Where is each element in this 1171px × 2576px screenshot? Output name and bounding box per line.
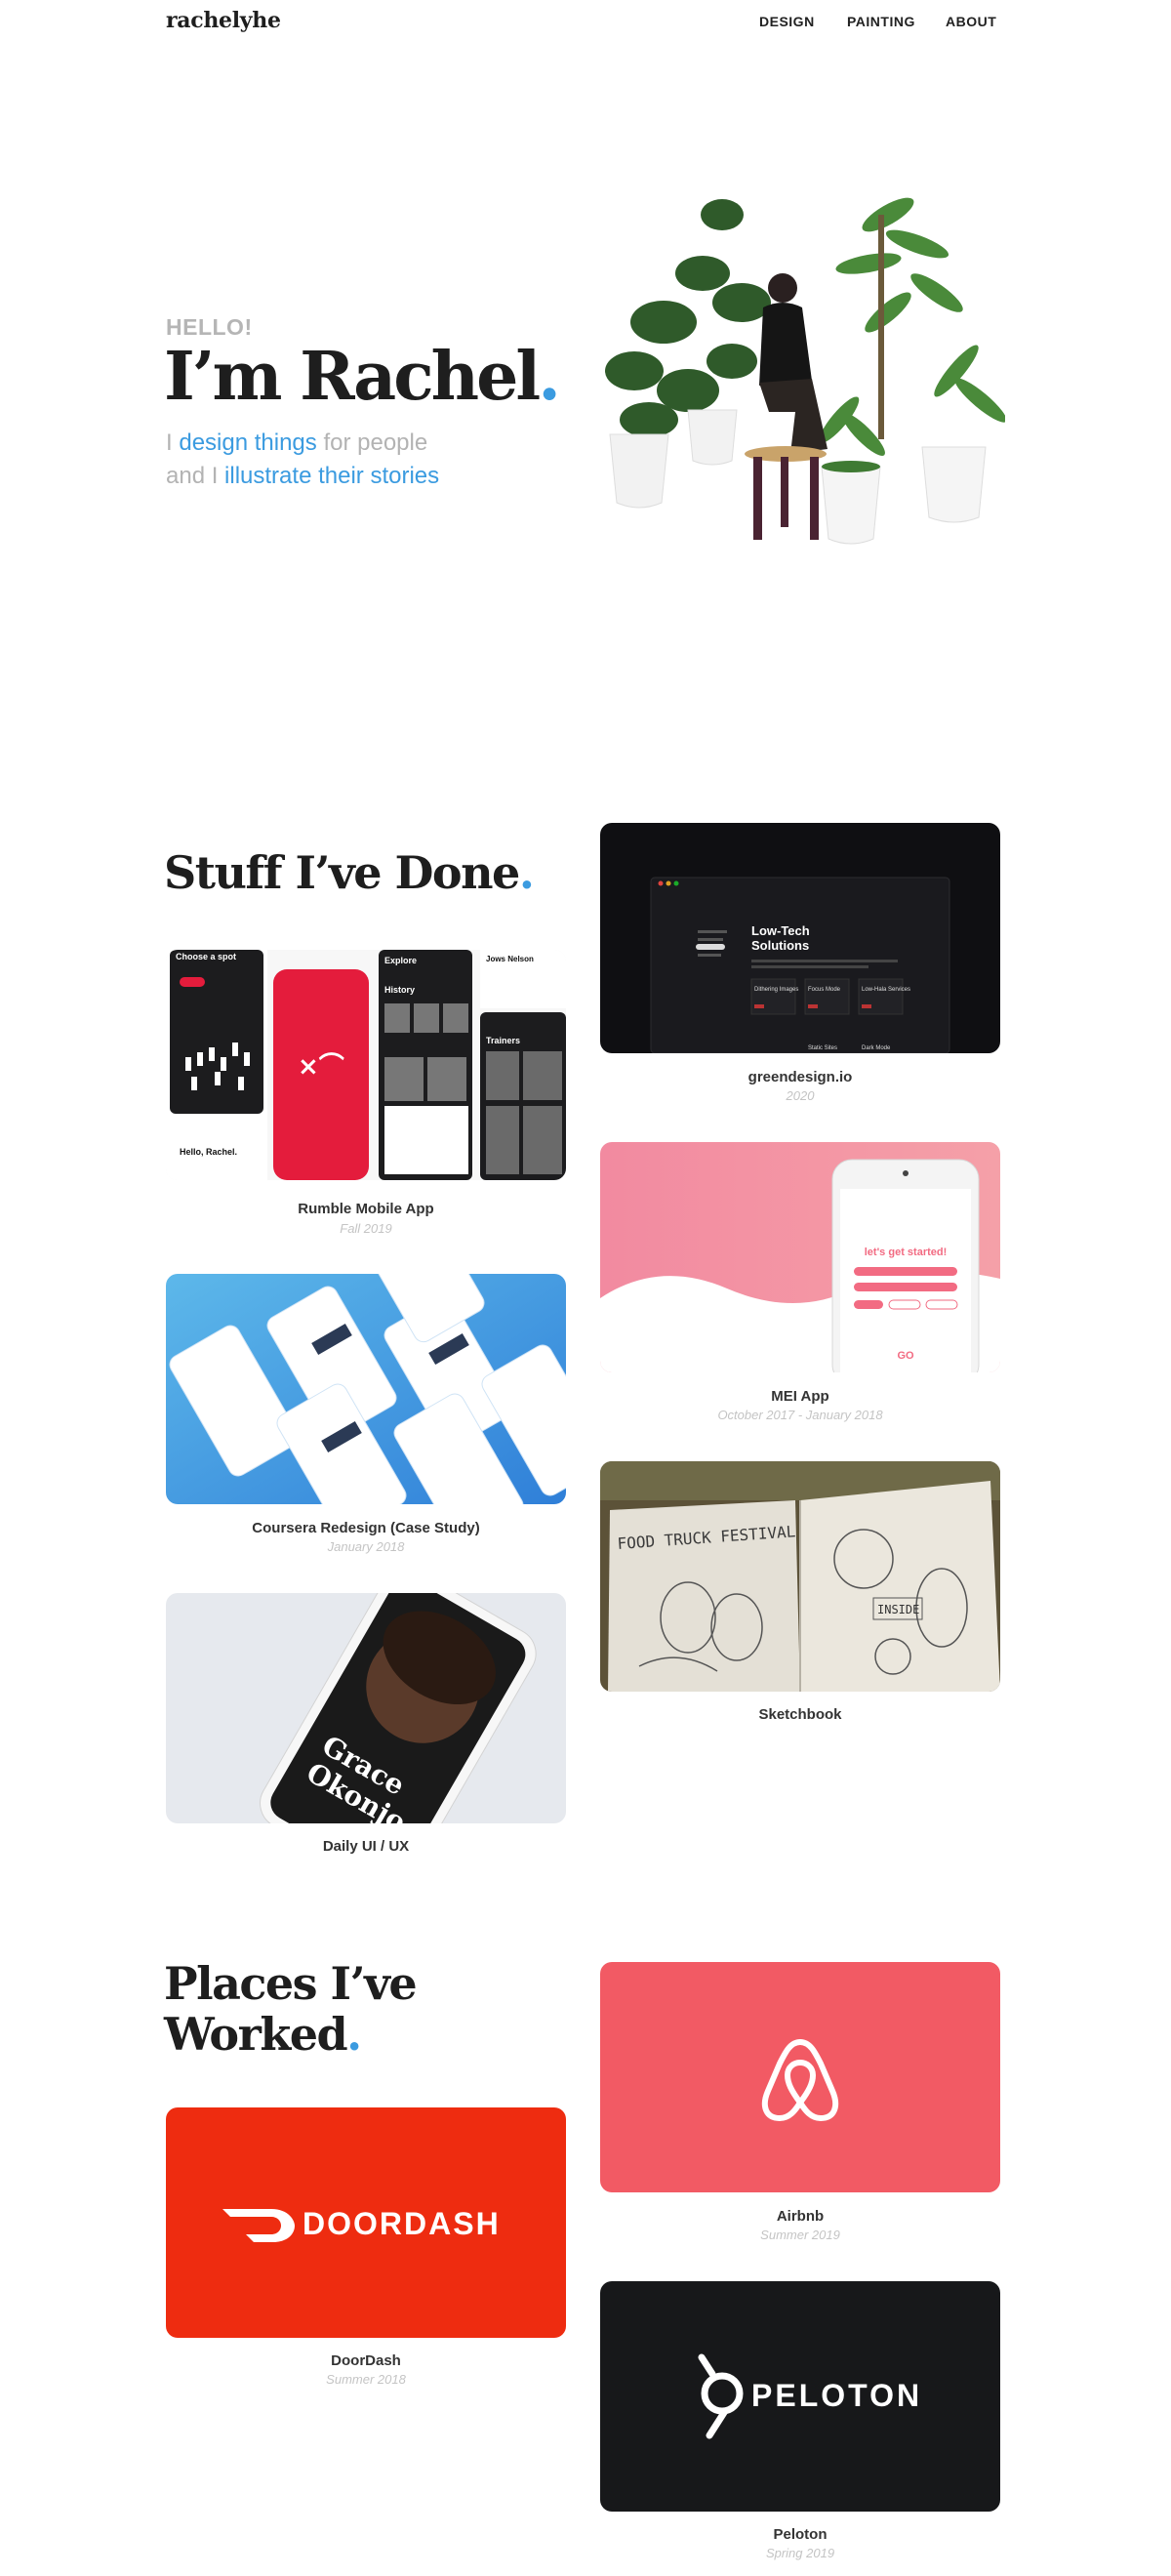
greendesign-box: Static Sites [808,1045,837,1051]
peloton-wordmark: PELOTON [751,2378,922,2413]
rumble-screen-text: Jows Nelson [486,955,534,963]
greendesign-headline: Solutions [751,938,809,953]
project-card-rumble[interactable]: Choose a spot Hello, Rachel. ×⌒ Explore … [166,950,566,1180]
tagline-text: and I [166,463,225,489]
hero-tagline-2: and I illustrate their stories [166,463,439,490]
tagline-highlight: illustrate their stories [224,463,440,489]
company-card-peloton[interactable]: PELOTON [600,2281,1000,2512]
hero-tagline-1: I design things for people [166,429,427,457]
project-date: October 2017 - January 2018 [717,1408,883,1422]
greendesign-box: Dark Mode [862,1045,891,1051]
greendesign-box: Focus Mode [808,987,841,993]
jobs-title-line1: Places I’ve [164,1957,418,2010]
project-title[interactable]: Daily UI / UX [166,1838,566,1855]
jobs-section-title: Places I’ve Worked. [164,1957,418,2060]
tagline-text: I [166,429,180,456]
company-date: Spring 2019 [765,2546,835,2560]
greendesign-box: Low-Hala Services [862,987,910,993]
jobs-title-line2-wrap: Worked. [164,2009,416,2060]
project-card-greendesign[interactable]: Low-Tech Solutions Dithering Images Focu… [600,823,1000,1053]
rumble-screen-text: Explore [384,956,417,965]
accent-dot: . [538,338,561,416]
project-card-mei[interactable]: let's get started! GO [600,1142,1000,1372]
company-card-doordash[interactable]: DOORDASH [166,2107,566,2338]
doordash-logo-icon [222,2209,295,2242]
company-card-airbnb[interactable] [600,1962,1000,2192]
doordash-wordmark: DOORDASH [303,2206,501,2241]
company-date: Summer 2018 [326,2372,406,2387]
project-card-daily-ui[interactable]: Grace Okonjo [166,1593,566,1823]
hero-title: I’m Rachel. [164,338,561,416]
sketch-lettering: INSIDE [877,1603,919,1616]
tagline-text: for people [316,429,428,456]
company-name[interactable]: Airbnb [600,2208,1000,2225]
hero-greeting: HELLO! [166,314,253,340]
project-title[interactable]: MEI App [600,1388,1000,1405]
nav-design[interactable]: DESIGN [759,14,815,29]
project-title[interactable]: greendesign.io [600,1069,1000,1085]
jobs-title-line2: Worked [164,2008,348,2061]
greendesign-headline: Low-Tech [751,923,810,938]
accent-dot: . [346,2008,362,2061]
greendesign-box: Dithering Images [754,987,798,993]
project-card-coursera[interactable] [166,1274,566,1504]
rumble-screen-text: Choose a spot [176,952,236,961]
company-date: Summer 2019 [760,2228,840,2242]
rumble-screen-text: Trainers [486,1036,520,1045]
site-logo[interactable]: rachelyhe [166,8,281,33]
hero-photo [595,156,1007,615]
rumble-screen-text: History [384,985,415,995]
project-date: Fall 2019 [340,1221,392,1236]
work-section-title: Stuff I’ve Done. [164,846,535,899]
peloton-logo-icon [698,2353,744,2439]
tagline-highlight: design things [179,429,317,456]
rumble-screen-text: Hello, Rachel. [180,1147,237,1157]
work-title-text: Stuff I’ve Done [164,846,520,899]
mei-screen-headline: let's get started! [865,1247,948,1258]
company-name[interactable]: Peloton [600,2526,1000,2543]
project-title[interactable]: Sketchbook [600,1706,1000,1723]
project-date: January 2018 [327,1539,405,1554]
company-name[interactable]: DoorDash [166,2352,566,2369]
airbnb-logo-icon [761,2039,839,2121]
project-title[interactable]: Rumble Mobile App [166,1201,566,1217]
project-card-sketchbook[interactable]: FOOD TRUCK FESTIVAL INSIDE [600,1461,1000,1692]
nav-painting[interactable]: PAINTING [847,14,915,29]
project-date: 2020 [786,1088,815,1103]
mei-screen-go: GO [897,1350,914,1362]
nav-about[interactable]: ABOUT [946,14,996,29]
svg-text:×⌒: ×⌒ [298,1051,344,1082]
hero-title-text: I’m Rachel [164,338,541,416]
accent-dot: . [518,846,535,899]
project-title[interactable]: Coursera Redesign (Case Study) [166,1520,566,1536]
